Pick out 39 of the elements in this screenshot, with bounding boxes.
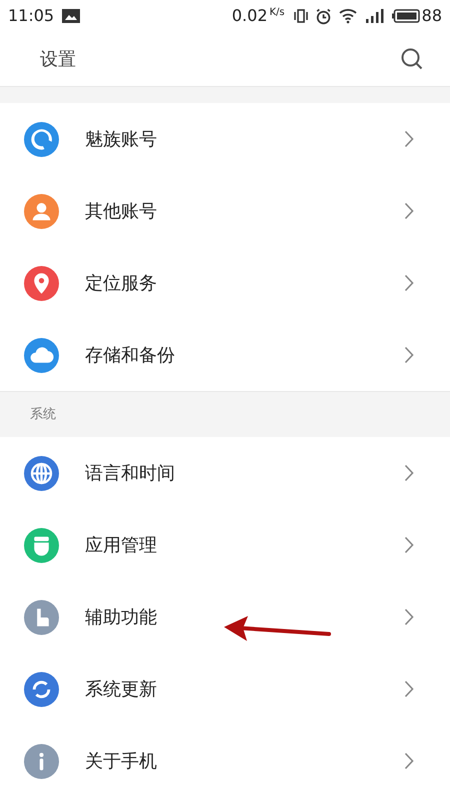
settings-item[interactable]: 语言和时间 <box>0 437 450 509</box>
chevron-icon <box>404 346 414 364</box>
settings-item-label: 存储和备份 <box>85 344 175 368</box>
settings-item[interactable]: 关于手机 <box>0 725 450 797</box>
battery-level: 88 <box>422 5 442 27</box>
settings-item[interactable]: 魅族账号 <box>0 103 450 175</box>
alarm-icon <box>314 8 332 24</box>
settings-item-label: 关于手机 <box>85 750 157 774</box>
settings-item-label: 应用管理 <box>85 534 157 558</box>
speed-unit: K/s <box>270 6 285 20</box>
status-time: 11:05 <box>8 5 54 27</box>
settings-item[interactable]: 其他账号 <box>0 175 450 247</box>
wifi-icon <box>338 8 358 24</box>
signal-icon <box>364 8 386 24</box>
settings-item-label: 系统更新 <box>85 678 157 702</box>
chevron-icon <box>404 274 414 292</box>
chevron-icon <box>404 680 414 698</box>
settings-item-label: 魅族账号 <box>85 128 157 152</box>
settings-item-label: 定位服务 <box>85 272 157 296</box>
chevron-icon <box>404 464 414 482</box>
settings-item[interactable]: 存储和备份 <box>0 319 450 391</box>
settings-item[interactable]: 应用管理 <box>0 509 450 581</box>
page-title: 设置 <box>40 48 76 72</box>
settings-item[interactable]: 定位服务 <box>0 247 450 319</box>
image-notification-icon <box>62 9 80 23</box>
chevron-icon <box>404 608 414 626</box>
battery-icon <box>392 9 420 23</box>
network-speed: 0.02 <box>232 5 268 27</box>
settings-item[interactable]: 系统更新 <box>0 653 450 725</box>
vibrate-icon <box>292 8 309 24</box>
chevron-icon <box>404 752 414 770</box>
settings-item-label: 辅助功能 <box>85 606 157 630</box>
settings-item-label: 其他账号 <box>85 200 157 224</box>
chevron-icon <box>404 536 414 554</box>
chevron-icon <box>404 130 414 148</box>
search-icon[interactable] <box>400 47 424 71</box>
section-header: 系统 <box>30 406 56 424</box>
chevron-icon <box>404 202 414 220</box>
settings-item-label: 语言和时间 <box>85 462 175 486</box>
